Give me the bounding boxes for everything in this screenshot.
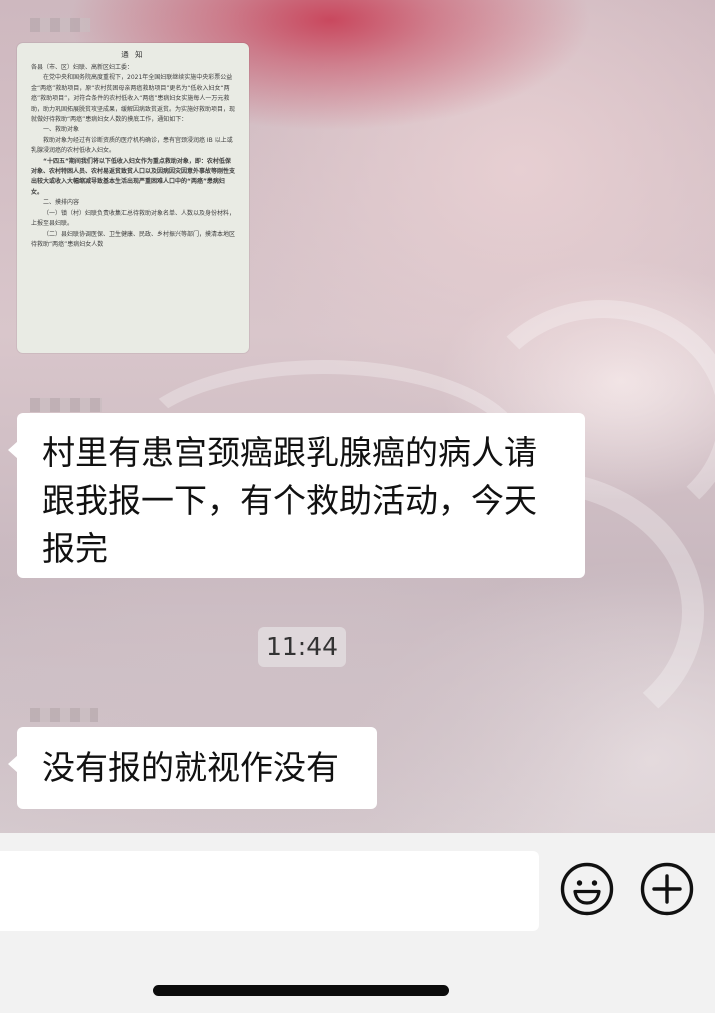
document-paragraph: “十四五”期间我们将以下低收入妇女作为重点救助对象，即：农村低保对象、农村特困人… (31, 157, 236, 196)
document-body: 各县（市、区）妇联、高新区妇工委： 在党中央和国务院高度重视下，2021年全国妇… (17, 60, 249, 250)
document-paragraph: 二、摸排内容 (43, 199, 80, 207)
sender-name-blurred (30, 708, 98, 722)
message-input[interactable] (0, 851, 539, 931)
plus-icon (640, 862, 694, 916)
message-bubble[interactable]: 没有报的就视作没有 (8, 727, 377, 809)
message-timestamp: 11:44 (258, 627, 346, 667)
home-indicator[interactable] (153, 985, 449, 996)
document-paragraph: （二）县妇联协调医保、卫生健康、民政、乡村振兴等部门，摸清本地区待救助“两癌”患… (31, 230, 236, 248)
document-image-message[interactable]: 通 知 各县（市、区）妇联、高新区妇工委： 在党中央和国务院高度重视下，2021… (17, 43, 249, 353)
document-paragraph: （一）镇（村）妇联负责收集汇总待救助对象名单、人数以及身份材料，上报至县妇联。 (31, 209, 236, 228)
document-paragraph: 在党中央和国务院高度重视下，2021年全国妇联继续实施中央彩票公益金“两癌”救助… (31, 74, 236, 124)
document-paragraph: 一、救助对象 (43, 126, 80, 134)
emoji-icon (560, 862, 614, 916)
message-bubble[interactable]: 村里有患宫颈癌跟乳腺癌的病人请跟我报一下，有个救助活动，今天报完 (8, 413, 585, 578)
document-paragraph: 救助对象为经过有诊断资质的医疗机构确诊，患有宫颈浸润癌 IB 以上或乳腺浸润癌的… (31, 136, 233, 155)
chat-area[interactable]: 通 知 各县（市、区）妇联、高新区妇工委： 在党中央和国务院高度重视下，2021… (0, 0, 715, 833)
document-paragraph: 各县（市、区）妇联、高新区妇工委： (31, 64, 134, 71)
sender-name-blurred (30, 398, 102, 412)
more-button[interactable] (640, 862, 694, 916)
input-bar (0, 833, 715, 1013)
document-title: 通 知 (121, 50, 145, 59)
sender-name-blurred (30, 18, 90, 32)
emoji-button[interactable] (560, 862, 614, 916)
